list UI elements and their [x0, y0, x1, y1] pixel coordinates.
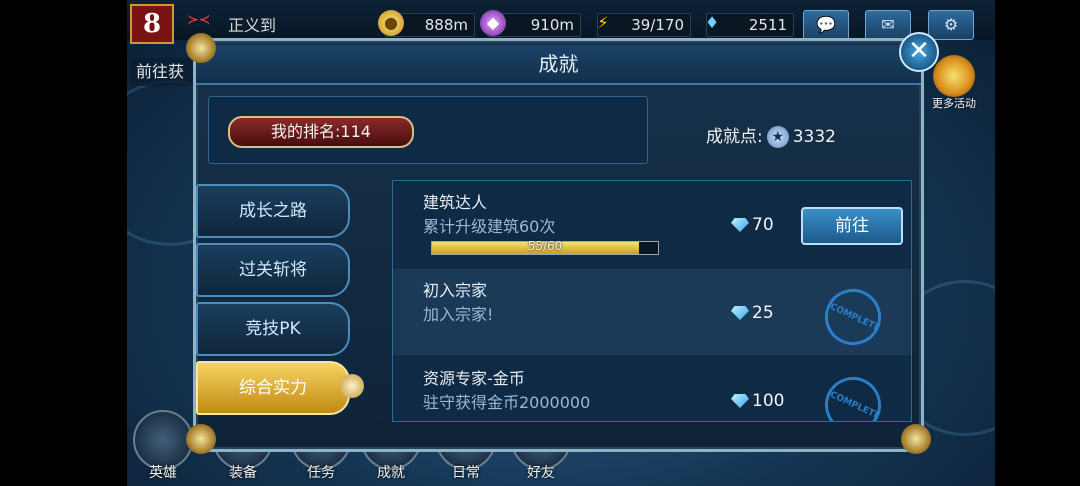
- more-activities-button[interactable]: 更多活动: [928, 55, 980, 115]
- close-button[interactable]: ✕: [899, 32, 939, 72]
- tab-stage-clear[interactable]: 过关斩将: [196, 243, 350, 297]
- corner-ornament-icon: [901, 424, 931, 454]
- achievement-row: 初入宗家 加入宗家! 25 COMPLETE: [393, 269, 911, 355]
- nav-heroes[interactable]: 英雄: [132, 410, 194, 486]
- achievement-description: 累计升级建筑60次: [423, 217, 556, 236]
- active-tab-indicator-icon: [340, 374, 364, 398]
- diamond-value: 2511: [748, 16, 787, 34]
- gold-resource[interactable]: ● 888m: [378, 10, 475, 37]
- complete-stamp-icon: COMPLETE: [815, 279, 891, 355]
- chat-icon: 💬: [816, 15, 836, 34]
- crystal-resource[interactable]: ◆ 910m: [480, 10, 581, 37]
- reward-value: 70: [752, 215, 774, 235]
- diamond-icon: ♦: [704, 13, 720, 32]
- nav-label: 日常: [452, 465, 480, 481]
- achievement-description: 驻守获得金币2000000: [423, 393, 591, 412]
- achievement-points: 成就点: ★ 3332: [706, 122, 836, 148]
- hero-icon: [133, 410, 193, 470]
- diamond-icon: [731, 306, 749, 320]
- corner-ornament-icon: [186, 424, 216, 454]
- player-level-badge[interactable]: 8: [130, 4, 174, 44]
- achievement-progress-bar: 55/60: [431, 239, 659, 255]
- nav-label: 英雄: [149, 465, 177, 481]
- diamond-icon: [731, 218, 749, 232]
- star-medal-icon: ★: [766, 126, 789, 148]
- chat-button[interactable]: 💬: [803, 10, 849, 40]
- mail-button[interactable]: ✉: [865, 10, 911, 40]
- points-label: 成就点:: [706, 127, 763, 147]
- energy-resource[interactable]: ⚡ 39/170: [597, 13, 691, 37]
- crystal-value: 910m: [530, 16, 574, 34]
- gear-icon: ⚙: [943, 15, 959, 34]
- mail-icon: ✉: [881, 15, 895, 34]
- achievement-row: 建筑达人 累计升级建筑60次 55/60 70 前往: [393, 181, 911, 267]
- player-name: 正义到: [228, 16, 277, 35]
- nav-label: 成就: [377, 465, 405, 481]
- go-button[interactable]: 前往: [801, 207, 903, 245]
- gold-coin-icon: ●: [378, 10, 404, 36]
- tab-overall-power[interactable]: 综合实力: [196, 361, 350, 415]
- reward: 70: [731, 215, 774, 235]
- achievement-title: 建筑达人: [423, 193, 488, 212]
- my-rank-label: 我的排名:114: [228, 116, 414, 148]
- nav-label: 任务: [307, 465, 335, 481]
- purple-crystal-icon: ◆: [480, 10, 506, 36]
- progress-text: 55/60: [527, 239, 563, 253]
- achievement-row: 资源专家-金币 驻守获得金币2000000 100 COMPLETE: [393, 357, 911, 421]
- achievement-list[interactable]: 建筑达人 累计升级建筑60次 55/60 70 前往 初入宗家 加入宗家! 25…: [392, 180, 912, 422]
- nav-label: 好友: [527, 465, 555, 481]
- tab-arena-pk[interactable]: 竞技PK: [196, 302, 350, 356]
- settings-button[interactable]: ⚙: [928, 10, 974, 40]
- reward: 100: [731, 391, 784, 411]
- lightning-icon: ⚡: [597, 13, 609, 32]
- vip-wings-icon: ≻≺: [187, 12, 211, 28]
- nav-label: 装备: [229, 465, 257, 481]
- more-activities-label: 更多活动: [932, 97, 976, 110]
- achievement-description: 加入宗家!: [423, 305, 494, 324]
- achievement-title: 初入宗家: [423, 281, 488, 300]
- left-hint-text[interactable]: 前往获: [130, 58, 200, 86]
- tab-growth-road[interactable]: 成长之路: [196, 184, 350, 238]
- reward-value: 25: [752, 303, 774, 323]
- reward-value: 100: [752, 391, 785, 411]
- reward: 25: [731, 303, 774, 323]
- achievement-title: 资源专家-金币: [423, 369, 525, 388]
- dialog-title: 成就: [196, 45, 921, 85]
- points-value: 3332: [792, 127, 836, 147]
- close-icon: ✕: [908, 36, 930, 66]
- diamond-icon: [731, 394, 749, 408]
- diamond-resource[interactable]: ♦ 2511: [705, 13, 794, 37]
- corner-ornament-icon: [186, 33, 216, 63]
- complete-stamp-icon: COMPLETE: [815, 367, 891, 421]
- gold-value: 888m: [424, 16, 468, 34]
- star-activity-icon: [933, 55, 975, 97]
- energy-value: 39/170: [631, 16, 684, 34]
